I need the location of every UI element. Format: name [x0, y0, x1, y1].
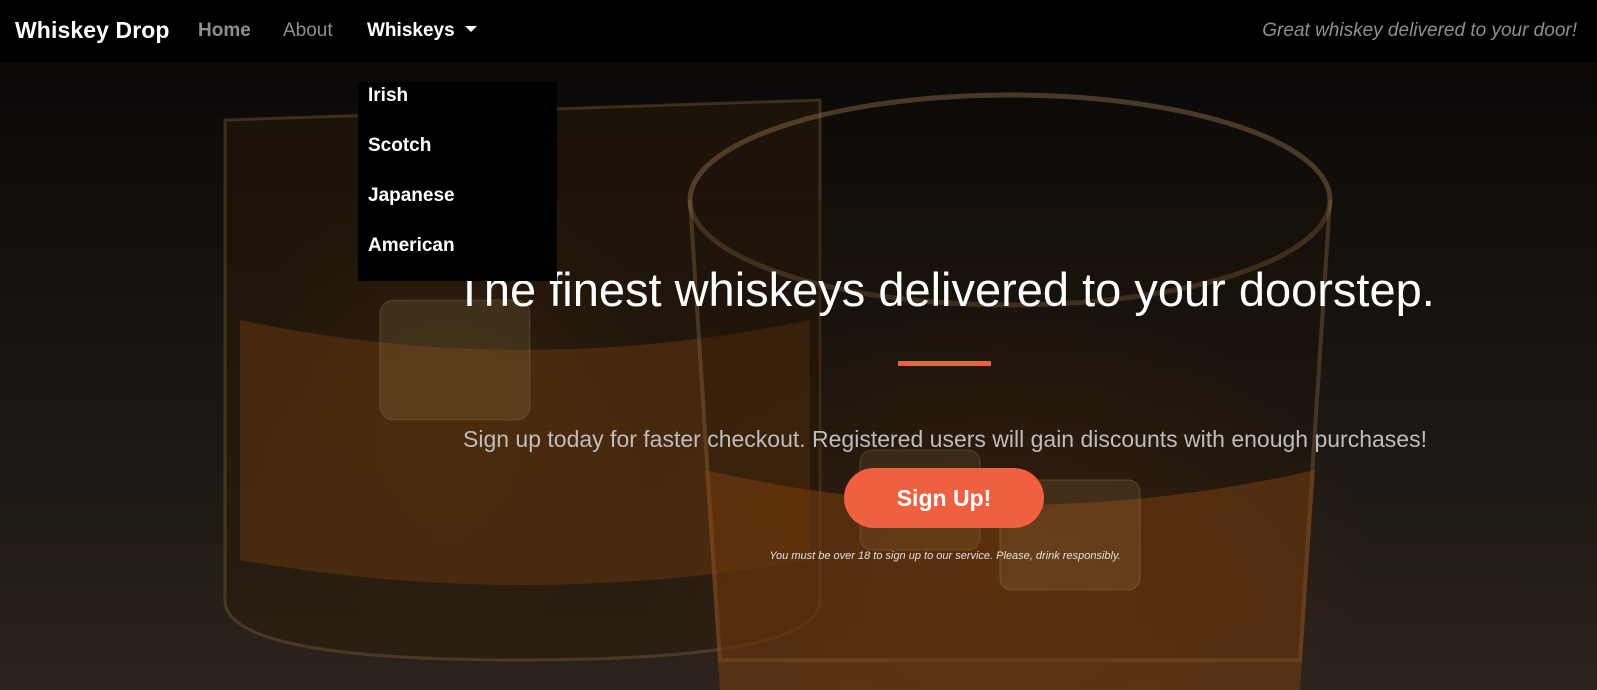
- whiskeys-dropdown-menu: Irish Scotch Japanese American: [358, 82, 557, 281]
- nav-dropdown-whiskeys-label: Whiskeys: [367, 20, 455, 41]
- sign-up-button[interactable]: Sign Up!: [844, 468, 1044, 528]
- age-disclaimer: You must be over 18 to sign up to our se…: [769, 550, 1121, 562]
- hero-content: The finest whiskeys delivered to your do…: [0, 0, 1597, 690]
- hero-title: The finest whiskeys delivered to your do…: [455, 263, 1435, 316]
- nav-link-home[interactable]: Home: [198, 20, 251, 42]
- navbar: Whiskey Drop Home About Whiskeys Great w…: [0, 0, 1597, 62]
- dropdown-item-japanese[interactable]: Japanese: [368, 185, 455, 207]
- nav-link-about[interactable]: About: [283, 20, 333, 42]
- dropdown-item-irish[interactable]: Irish: [368, 85, 408, 107]
- caret-down-icon: [464, 26, 477, 32]
- dropdown-item-american[interactable]: American: [368, 235, 455, 257]
- hero-subtitle: Sign up today for faster checkout. Regis…: [463, 426, 1427, 452]
- nav-dropdown-whiskeys[interactable]: Whiskeys: [367, 20, 477, 42]
- page: Whiskey Drop Home About Whiskeys Great w…: [0, 0, 1597, 690]
- brand-logo-link[interactable]: Whiskey Drop: [15, 17, 170, 44]
- hero-divider: [898, 361, 991, 366]
- dropdown-item-scotch[interactable]: Scotch: [368, 135, 431, 157]
- navbar-tagline: Great whiskey delivered to your door!: [1262, 20, 1577, 41]
